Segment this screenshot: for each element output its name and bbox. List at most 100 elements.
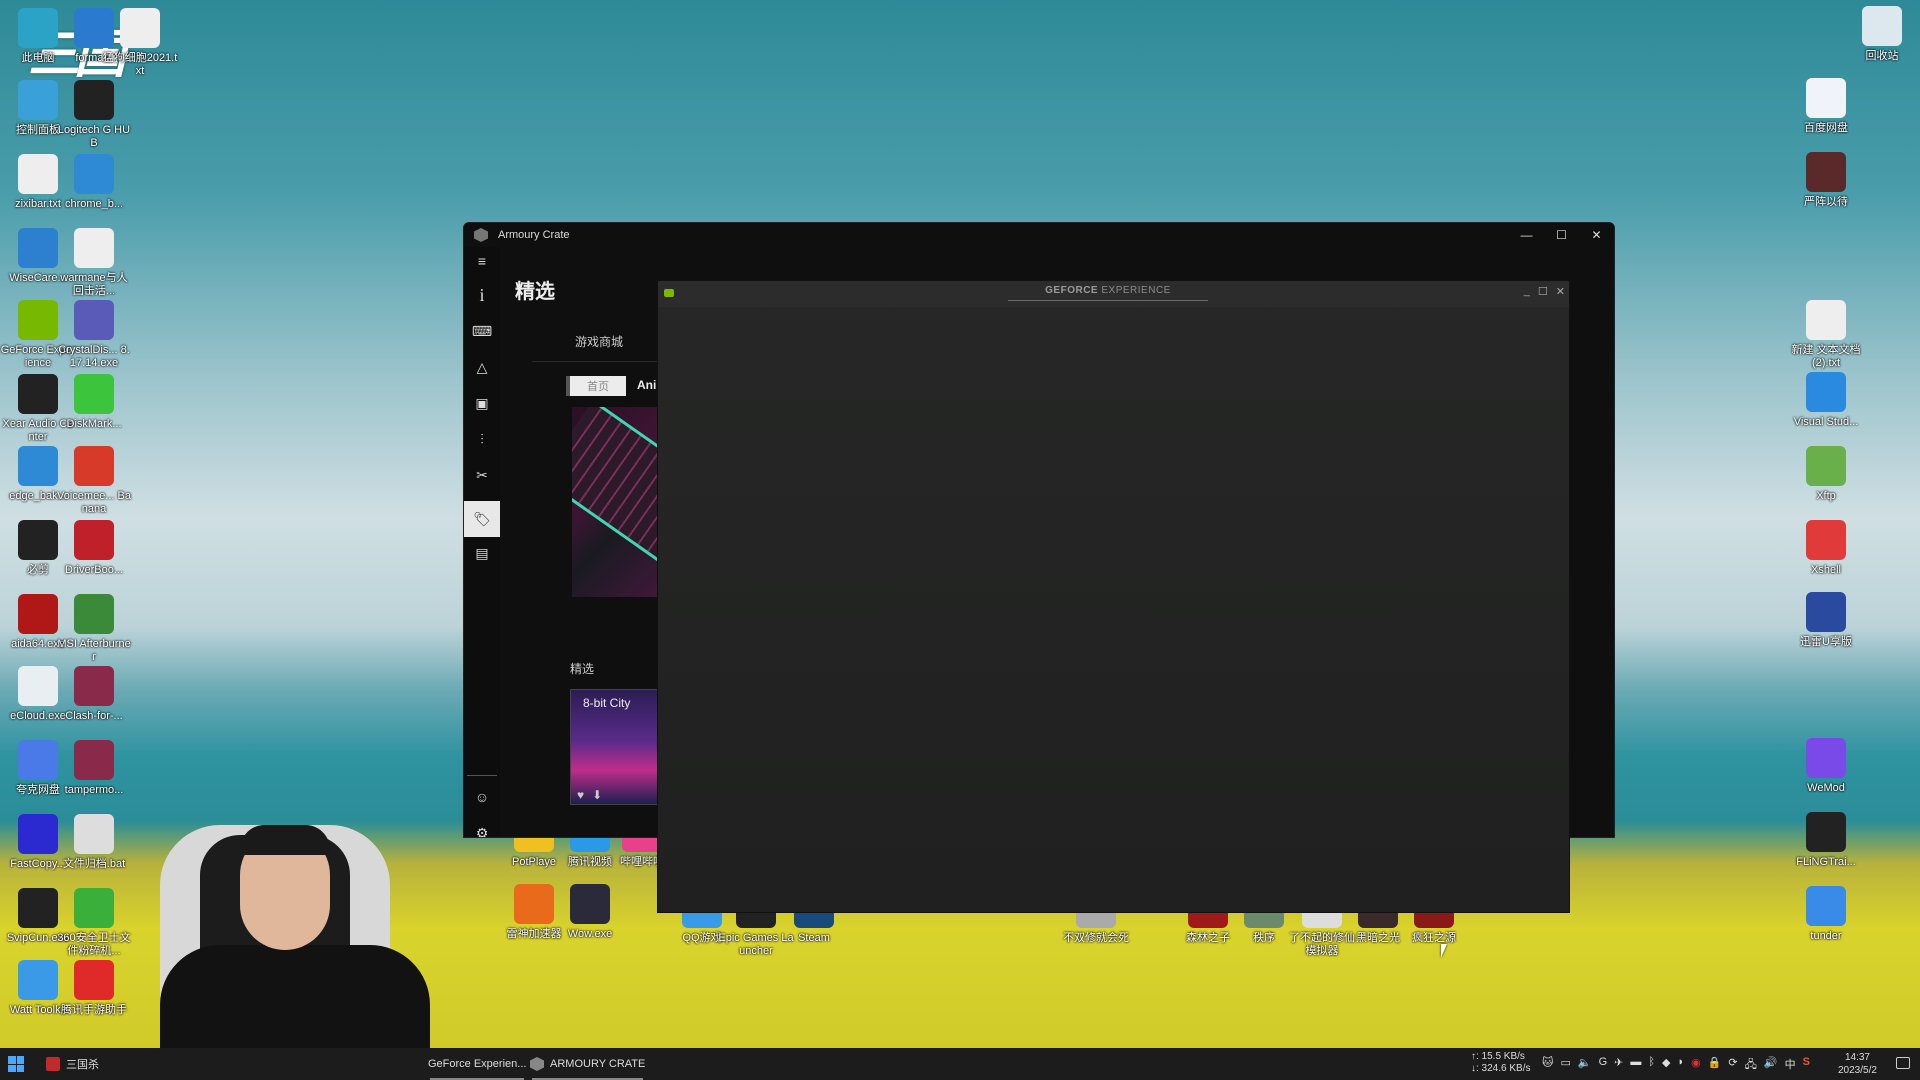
fastcopy-icon	[18, 814, 58, 854]
desktop-icon-label: tunder	[1810, 930, 1842, 942]
desktop-icon-label: Visual Stud...	[1793, 416, 1859, 428]
thunder-icon	[1806, 592, 1846, 632]
sogou-icon[interactable]: S	[1803, 1056, 1810, 1075]
notification-icon[interactable]	[1896, 1057, 1910, 1069]
taskbar-item-geforce[interactable]: GeForce Experien...	[422, 1048, 532, 1080]
desktop-icon[interactable]: CrystalDis... 8.17.14.exe	[56, 300, 132, 370]
desktop-icon[interactable]: 360安全卫士文件粉碎机...	[56, 888, 132, 958]
msi-tray-icon[interactable]: ▬	[1630, 1056, 1641, 1075]
volume-tray-icon[interactable]: 🔈	[1578, 1056, 1592, 1075]
desktop-icon-label: DriverBoo...	[64, 564, 124, 576]
desktop-icon[interactable]: DiskMark...	[56, 374, 132, 431]
speaker-icon[interactable]: 🔊	[1764, 1056, 1778, 1075]
desktop-icon[interactable]: 严阵以待	[1788, 152, 1864, 209]
cat-tray-icon[interactable]: 🐱	[1542, 1056, 1553, 1075]
desktop-icon[interactable]: Wow.exe	[552, 884, 628, 941]
display-tray-icon[interactable]: ▭	[1560, 1056, 1570, 1075]
360-icon	[74, 888, 114, 928]
geforce-title: GEFORCE EXPERIENCE	[1008, 285, 1208, 301]
desktop-icon[interactable]: warmane与人回击活...	[56, 228, 132, 298]
text-file-icon	[1806, 300, 1846, 340]
desktop-icon-label: Wow.exe	[567, 928, 613, 940]
tab-game-store[interactable]: 游戏商城	[575, 333, 623, 350]
diskmark-icon	[74, 374, 114, 414]
ime-indicator[interactable]: 中	[1785, 1056, 1796, 1075]
upload-speed: ↑: 15.5 KB/s	[1471, 1051, 1525, 1062]
desktop-icon-label: tampermo...	[64, 784, 124, 796]
clock[interactable]: 14:37 2023/5/2	[1838, 1051, 1877, 1077]
desktop-icon[interactable]: 迅雷U享版	[1788, 592, 1864, 649]
desktop-icon[interactable]: Visual Stud...	[1788, 372, 1864, 429]
scenario-icon[interactable]: ⫶	[470, 427, 494, 451]
title-bold: GEFORCE	[1045, 285, 1099, 296]
desktop-icon[interactable]: tunder	[1788, 886, 1864, 943]
desktop-icon[interactable]: DriverBoo...	[56, 520, 132, 577]
game-library-icon[interactable]: ▣	[470, 391, 494, 415]
user-icon[interactable]: ☺	[470, 785, 494, 809]
settings-icon[interactable]: ⚙	[470, 821, 494, 838]
desktop-icon[interactable]: Xshell	[1788, 520, 1864, 577]
download-speed: ↓: 324.6 KB/s	[1471, 1063, 1531, 1074]
close-button[interactable]: ✕	[1556, 285, 1565, 298]
desktop-icon[interactable]: chrome_b...	[56, 154, 132, 211]
tools-icon[interactable]: ✂	[470, 463, 494, 487]
desktop-icon[interactable]: Logitech G HUB	[56, 80, 132, 150]
home-button[interactable]: 首页	[566, 376, 626, 396]
desktop-icon[interactable]: 百度网盘	[1788, 78, 1864, 135]
maximize-button[interactable]: ☐	[1538, 285, 1548, 298]
download-icon[interactable]: ⬇	[592, 788, 602, 802]
minimize-button[interactable]: —	[1509, 223, 1544, 247]
plane-tray-icon[interactable]: ✈	[1614, 1056, 1623, 1075]
desktop-icon[interactable]: 文件归档.bat	[56, 814, 132, 871]
desktop-icon[interactable]: Xftp	[1788, 446, 1864, 503]
desktop-icon[interactable]: WeMod	[1788, 738, 1864, 795]
network-icon[interactable]: 🖧	[1745, 1056, 1757, 1075]
computer-icon	[18, 8, 58, 48]
desktop-icon-label: FLiNGTrai...	[1796, 856, 1856, 868]
lock-tray-icon[interactable]: 🔒	[1708, 1056, 1722, 1075]
recycle-bin-icon	[1862, 6, 1902, 46]
deals-icon[interactable]: 🏷	[464, 501, 500, 537]
fling-tray-icon[interactable]: ◗	[1677, 1056, 1684, 1075]
minimize-button[interactable]: _	[1524, 285, 1530, 298]
network-speed: ↑: 15.5 KB/s ↓: 324.6 KB/s	[1471, 1051, 1530, 1075]
text-file-icon	[120, 8, 160, 48]
desktop-icon[interactable]: MSI Afterburner	[56, 594, 132, 664]
desktop-icon[interactable]: 猛狗细胞2021.txt	[102, 8, 178, 78]
favorite-icon[interactable]: ♥	[577, 788, 584, 802]
armoury-crate-titlebar[interactable]: Armoury Crate — ☐ ✕	[464, 223, 1614, 247]
desktop-icon[interactable]: 腾讯手游助手	[56, 960, 132, 1017]
desktop-icon[interactable]: tampermo...	[56, 740, 132, 797]
news-icon[interactable]: ▤	[470, 541, 494, 565]
start-button[interactable]	[8, 1056, 24, 1072]
xear-icon	[18, 374, 58, 414]
quark-icon	[18, 740, 58, 780]
keyboard-banner-image[interactable]	[572, 407, 662, 597]
desktop-icon-label: 疯狂之源	[1412, 932, 1456, 944]
person-hair	[240, 825, 330, 855]
device-icon[interactable]: ⌨	[470, 319, 494, 343]
desktop-icon[interactable]: FLiNGTrai...	[1788, 812, 1864, 869]
desktop-icon[interactable]: 回收站	[1844, 6, 1920, 63]
maximize-button[interactable]: ☐	[1544, 223, 1579, 247]
sync-tray-icon[interactable]: ⟳	[1728, 1056, 1737, 1075]
info-icon[interactable]: i	[470, 283, 494, 307]
desktop-icon[interactable]: Voicemee... Banana	[56, 446, 132, 516]
desktop-icon-label: 360安全卫士文件粉碎机...	[57, 932, 131, 957]
menu-icon[interactable]: ≡	[470, 249, 494, 273]
aura-tray-icon[interactable]: ◆	[1662, 1056, 1670, 1075]
bluetooth-icon[interactable]: ᛒ	[1648, 1056, 1655, 1075]
netease-music-icon[interactable]: ◉	[1691, 1056, 1701, 1075]
featured-section-title: 精选	[570, 662, 595, 676]
taskbar-item-armoury-crate[interactable]: ARMOURY CRATE	[524, 1048, 651, 1080]
logitech-tray-icon[interactable]: G	[1599, 1056, 1608, 1075]
geforce-titlebar[interactable]: GEFORCE EXPERIENCE _ ☐ ✕	[658, 281, 1569, 307]
desktop-icon[interactable]: Clash-for-...	[56, 666, 132, 723]
aura-icon[interactable]: △	[470, 355, 494, 379]
wow-icon	[570, 884, 610, 924]
desktop-icon-label: CrystalDis... 8.17.14.exe	[58, 344, 130, 369]
taskbar-item-sanguosha[interactable]: 三国杀	[40, 1048, 105, 1080]
close-button[interactable]: ✕	[1579, 223, 1614, 247]
wallpaper-card[interactable]: 8-bit City ♥ ⬇	[570, 689, 662, 805]
desktop-icon[interactable]: 新建 文本文档 (2).txt	[1788, 300, 1864, 370]
